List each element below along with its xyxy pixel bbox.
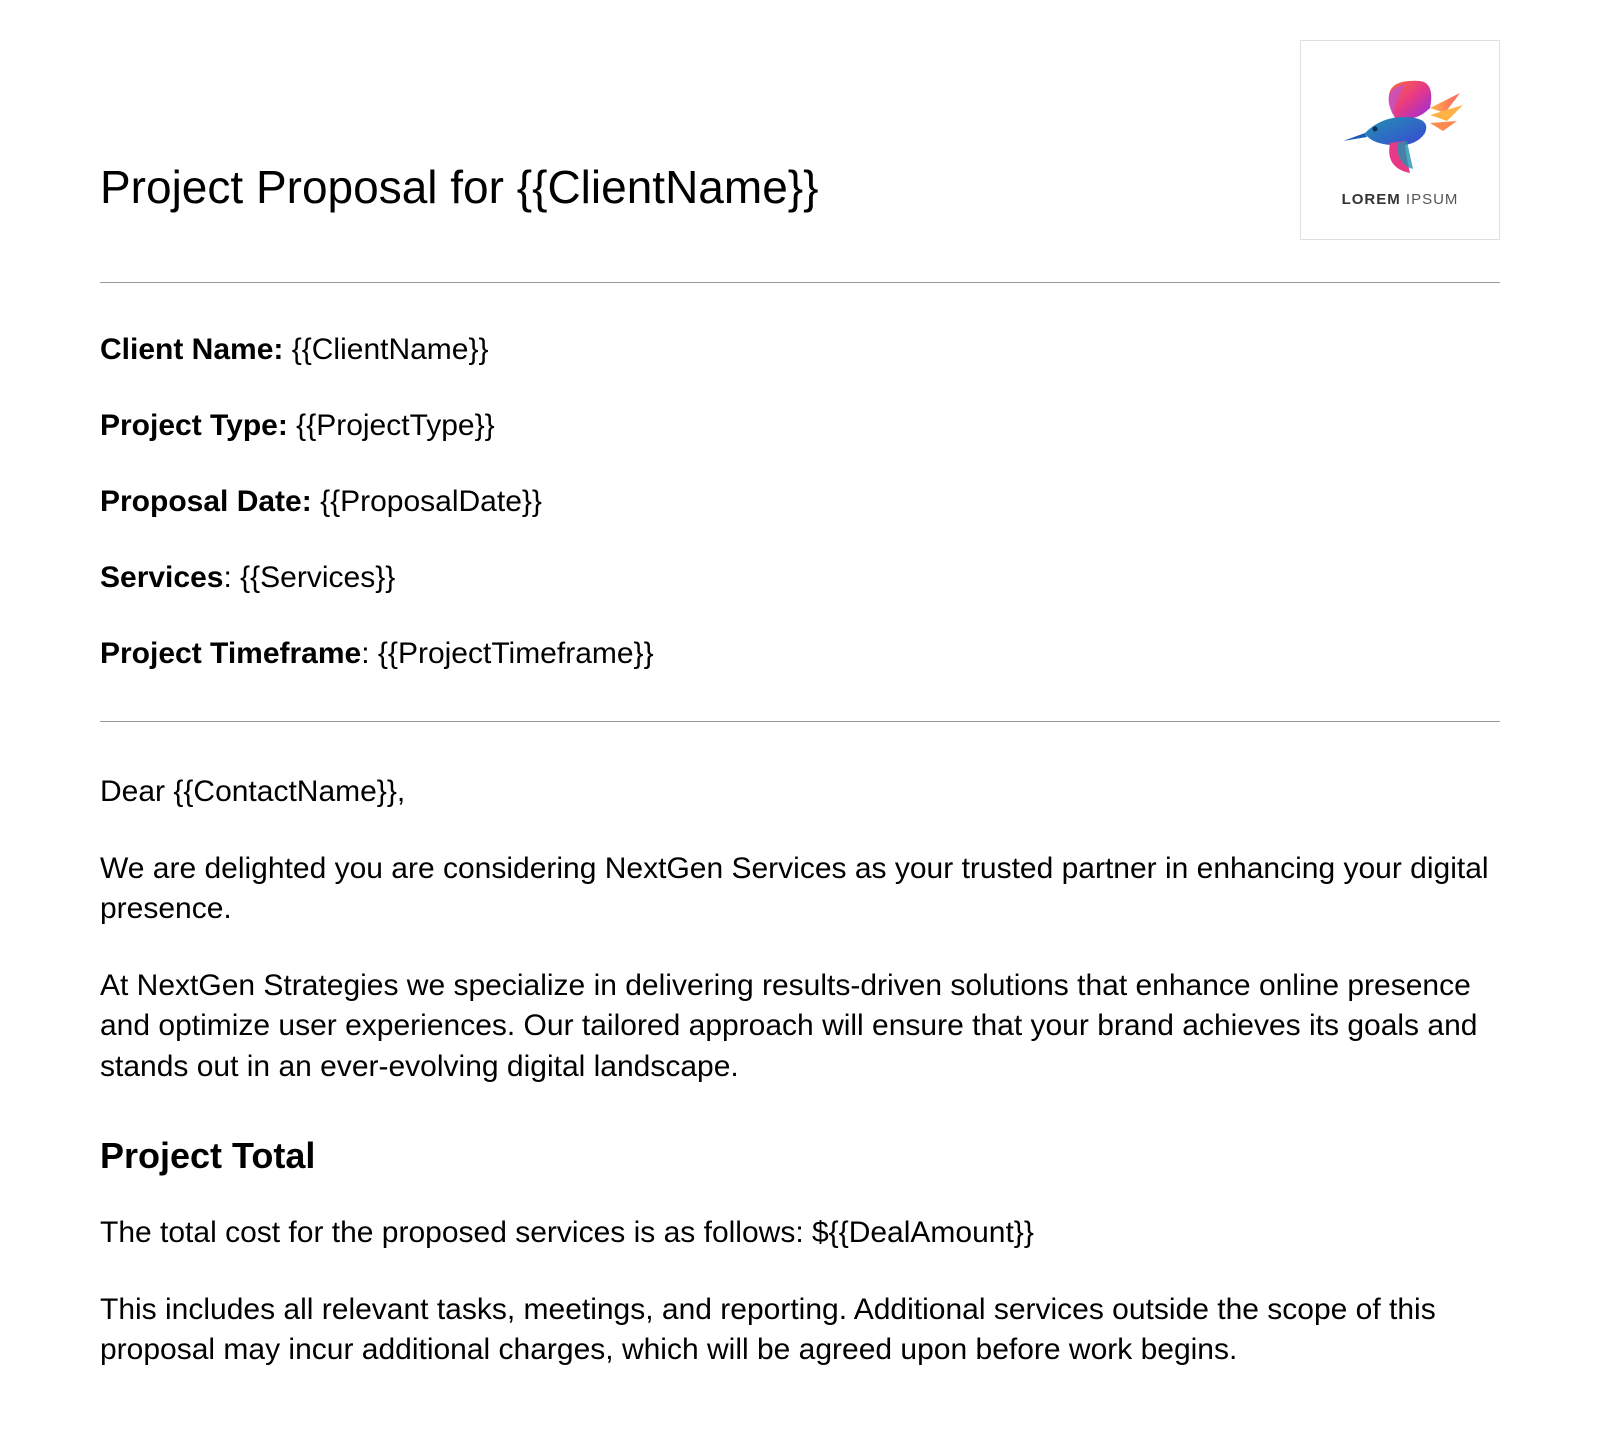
divider-top: [100, 282, 1500, 283]
field-value: {{ProposalDate}}: [320, 485, 542, 518]
field-label: Client Name:: [100, 333, 292, 366]
greeting-line: Dear {{ContactName}},: [100, 772, 1500, 813]
field-sep: :: [223, 561, 240, 594]
field-services: Services: {{Services}}: [100, 561, 1500, 595]
field-timeframe: Project Timeframe: {{ProjectTimeframe}}: [100, 637, 1500, 671]
field-value: {{Services}}: [240, 561, 395, 594]
field-client-name: Client Name: {{ClientName}}: [100, 333, 1500, 367]
intro-paragraph-2: At NextGen Strategies we specialize in d…: [100, 966, 1500, 1088]
logo-text-bold: LOREM: [1342, 191, 1401, 208]
field-label: Proposal Date:: [100, 485, 320, 518]
field-sep: :: [361, 637, 378, 670]
field-value: {{ProjectTimeframe}}: [378, 637, 654, 670]
field-value: {{ClientName}}: [292, 333, 489, 366]
divider-mid: [100, 721, 1500, 722]
header-row: Project Proposal for {{ClientName}}: [100, 40, 1500, 240]
fields-block: Client Name: {{ClientName}} Project Type…: [100, 333, 1500, 671]
page-title: Project Proposal for {{ClientName}}: [100, 160, 819, 214]
field-label: Project Type:: [100, 409, 296, 442]
field-proposal-date: Proposal Date: {{ProposalDate}}: [100, 485, 1500, 519]
field-label: Services: [100, 561, 223, 594]
title-wrap: Project Proposal for {{ClientName}}: [100, 40, 1300, 214]
logo-text: LOREM IPSUM: [1342, 191, 1459, 208]
field-project-type: Project Type: {{ProjectType}}: [100, 409, 1500, 443]
field-label: Project Timeframe: [100, 637, 361, 670]
section-heading-project-total: Project Total: [100, 1135, 1500, 1177]
logo-text-light: IPSUM: [1401, 191, 1459, 208]
hummingbird-logo-icon: [1335, 73, 1465, 183]
logo-box: LOREM IPSUM: [1300, 40, 1500, 240]
intro-paragraph-1: We are delighted you are considering Nex…: [100, 849, 1500, 930]
scope-note-line: This includes all relevant tasks, meetin…: [100, 1290, 1500, 1371]
body-section: Dear {{ContactName}}, We are delighted y…: [100, 772, 1500, 1371]
field-value: {{ProjectType}}: [296, 409, 495, 442]
total-cost-line: The total cost for the proposed services…: [100, 1213, 1500, 1254]
